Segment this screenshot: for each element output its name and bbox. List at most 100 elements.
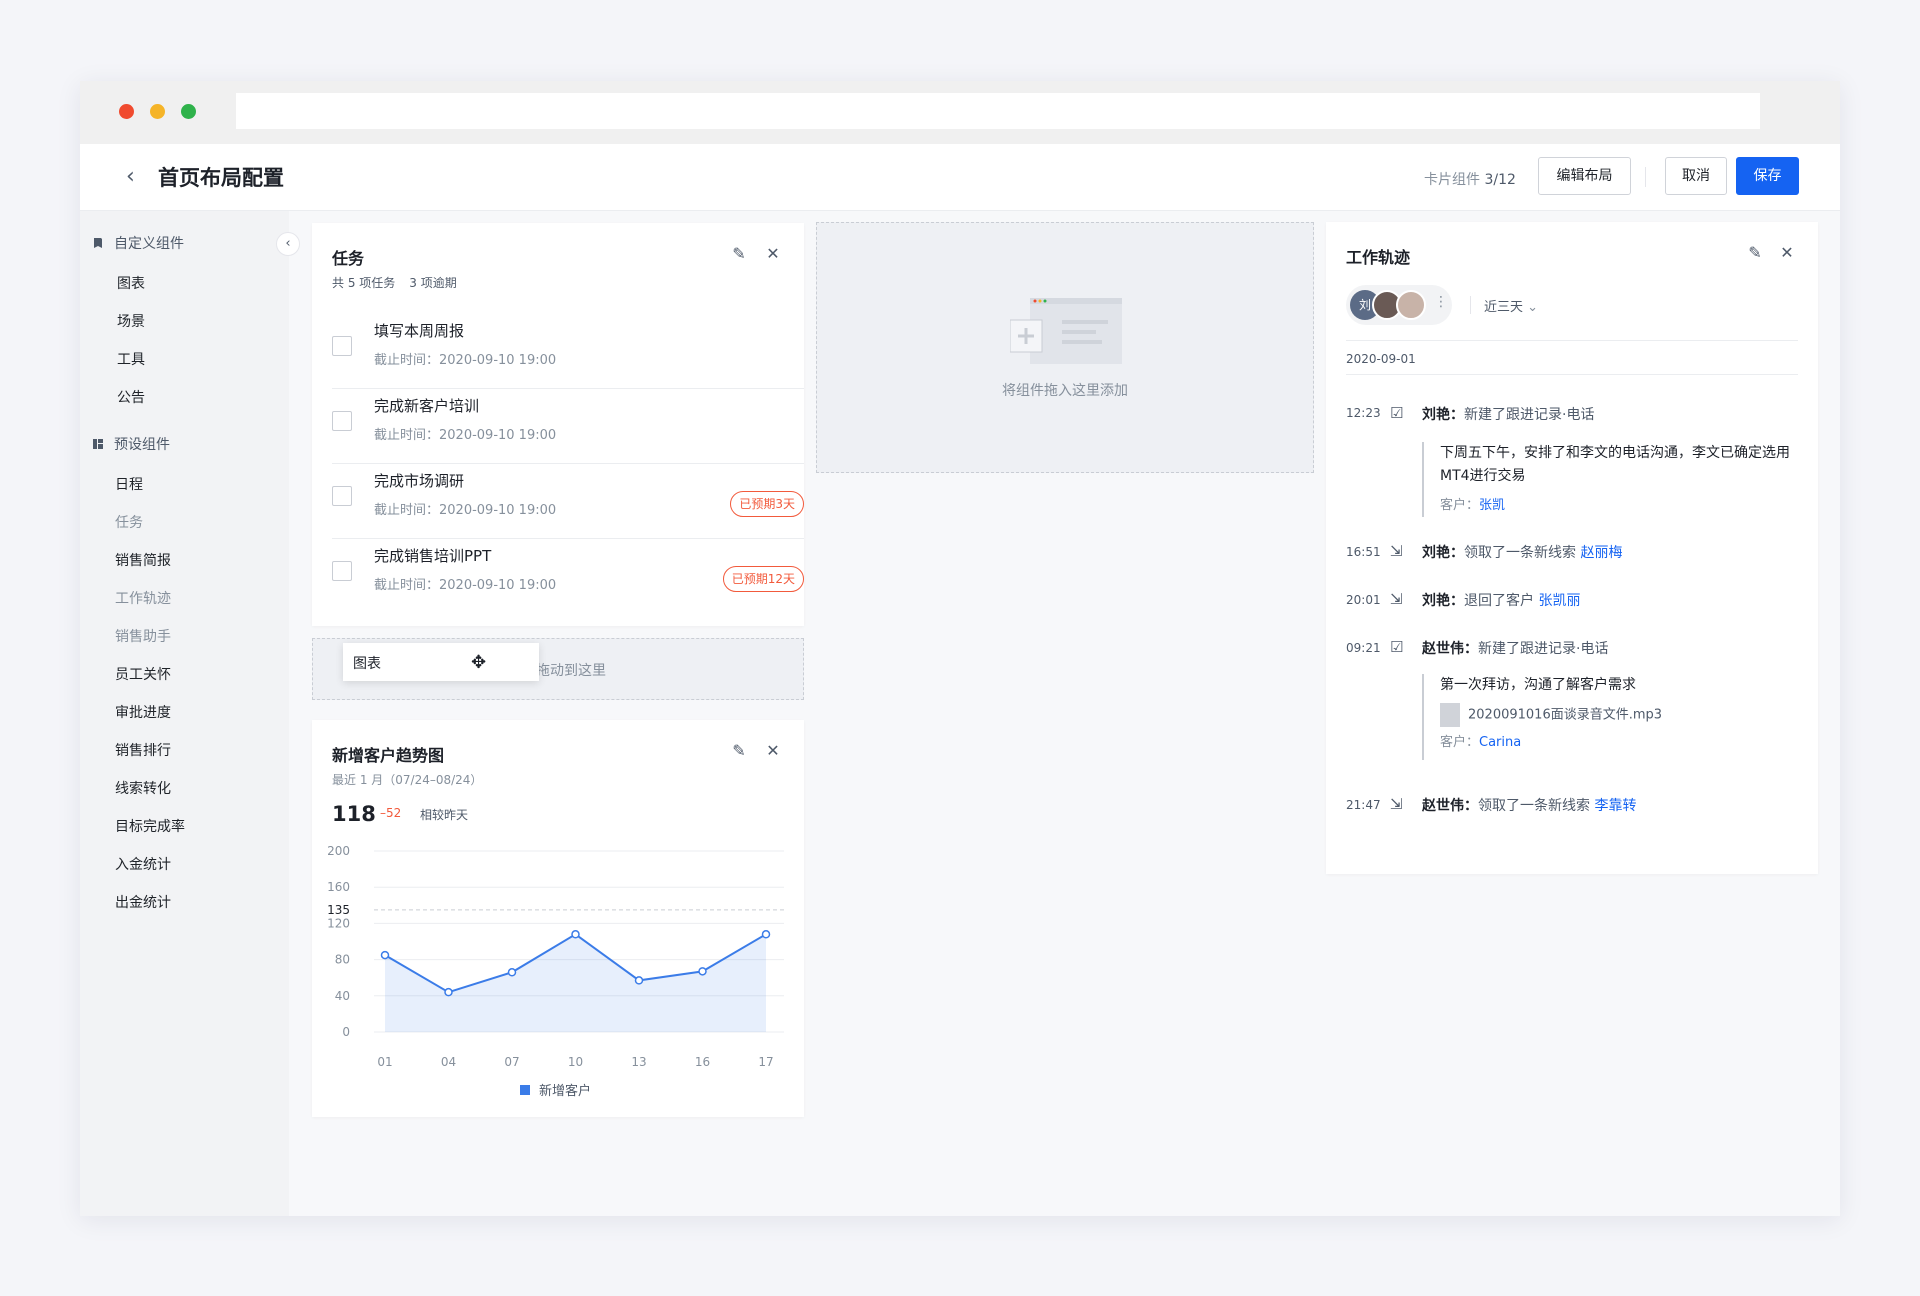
y-tick-label: 200 — [327, 844, 350, 858]
sidebar-item-withdraw-stats[interactable]: 出金统计 — [115, 892, 171, 912]
event-time: 20:01 — [1346, 593, 1381, 607]
task-card-title: 任务 — [332, 249, 365, 268]
work-track-card: 工作轨迹 ✎ ✕ 刘 ⋮ 近三天 ⌄ 2020-09-01 12:23 ☑ 刘艳… — [1326, 222, 1818, 874]
sidebar-item-goal-rate[interactable]: 目标完成率 — [115, 816, 185, 836]
lead-link[interactable]: 赵丽梅 — [1580, 545, 1622, 561]
more-vertical-icon[interactable]: ⋮ — [1434, 294, 1448, 310]
attachment[interactable]: 2020091016面谈录音文件.mp3 — [1440, 703, 1796, 727]
customer-link[interactable]: Carina — [1479, 735, 1521, 750]
event-time: 21:47 — [1346, 798, 1381, 812]
follow-up-note-icon: ☑ — [1390, 638, 1404, 656]
legend-label: 新增客户 — [539, 1083, 591, 1099]
event-time: 09:21 — [1346, 641, 1381, 655]
sidebar-item-sales-rank[interactable]: 销售排行 — [115, 740, 171, 760]
edit-pencil-icon[interactable]: ✎ — [730, 245, 748, 263]
sidebar-item-approval[interactable]: 审批进度 — [115, 702, 171, 722]
x-tick-label: 13 — [631, 1055, 646, 1069]
add-widget-icon — [1010, 298, 1122, 364]
chevron-down-icon: ⌄ — [1527, 300, 1539, 315]
lead-folder-icon: ⇲ — [1390, 795, 1403, 813]
edit-pencil-icon[interactable]: ✎ — [1746, 244, 1764, 262]
component-sidebar: ‹ 自定义组件 图表 场景 工具 公告 预设组件 日程 任务 销售简报 工作轨迹… — [80, 211, 300, 1216]
lead-folder-icon: ⇲ — [1390, 542, 1403, 560]
lead-link[interactable]: 李靠转 — [1594, 798, 1636, 814]
task-checkbox[interactable] — [332, 561, 352, 581]
task-checkbox[interactable] — [332, 411, 352, 431]
task-due: 截止时间：2020-09-10 19:00 — [374, 578, 557, 593]
task-row[interactable]: 完成销售培训PPT 截止时间：2020-09-10 19:00 已预期12天 — [332, 539, 804, 614]
layout-icon — [93, 439, 103, 449]
data-point — [571, 930, 580, 939]
follow-up-note-icon: ☑ — [1390, 404, 1404, 422]
x-tick-label: 16 — [695, 1055, 710, 1069]
collapse-sidebar-icon[interactable]: ‹ — [276, 232, 300, 256]
trend-chart-card: 新增客户趋势图 最近 1 月（07/24–08/24） ✎ ✕ 118 –52 … — [312, 720, 804, 1117]
customer-link[interactable]: 张凯 — [1479, 498, 1505, 513]
customer-link[interactable]: 张凯丽 — [1538, 593, 1580, 609]
y-tick-label: 0 — [342, 1025, 350, 1039]
close-icon[interactable]: ✕ — [1778, 244, 1796, 262]
y-tick-label: 160 — [327, 880, 350, 894]
sidebar-item-tools[interactable]: 工具 — [117, 349, 145, 369]
address-bar[interactable] — [236, 93, 1760, 129]
task-name: 完成市场调研 — [374, 472, 465, 490]
event-time: 12:23 — [1346, 406, 1381, 420]
note-customer: 客户：张凯 — [1440, 498, 1506, 513]
drop-hint: 拖动到这里 — [536, 663, 606, 679]
edit-layout-button[interactable]: 编辑布局 — [1538, 157, 1631, 195]
sidebar-item-deposit-stats[interactable]: 入金统计 — [115, 854, 171, 874]
note-text: 第一次拜访，沟通了解客户需求 — [1440, 677, 1636, 693]
close-window-button[interactable] — [119, 104, 134, 119]
cancel-button[interactable]: 取消 — [1665, 157, 1727, 195]
data-point — [761, 930, 771, 939]
sidebar-item-notice[interactable]: 公告 — [117, 387, 145, 407]
x-tick-label: 07 — [504, 1055, 519, 1069]
overdue-badge: 已预期3天 — [730, 491, 804, 517]
x-tick-label: 04 — [441, 1055, 456, 1069]
sidebar-item-work-track: 工作轨迹 — [115, 591, 171, 607]
member-selector[interactable]: 刘 ⋮ — [1346, 285, 1452, 325]
event-text: 刘艳：领取了一条新线索 赵丽梅 — [1422, 545, 1623, 561]
empty-slot[interactable]: 将组件拖入这里添加 — [816, 222, 1314, 473]
sidebar-item-sales-brief[interactable]: 销售简报 — [115, 550, 171, 570]
lead-folder-icon: ⇲ — [1390, 590, 1403, 608]
task-row[interactable]: 填写本周周报 截止时间：2020-09-10 19:00 — [332, 314, 804, 389]
move-icon[interactable]: ✥ — [471, 652, 486, 673]
x-tick-label: 10 — [568, 1055, 583, 1069]
task-checkbox[interactable] — [332, 336, 352, 356]
save-button[interactable]: 保存 — [1736, 157, 1799, 195]
back-chevron-icon[interactable]: ‹ — [126, 165, 146, 189]
series-area — [385, 934, 766, 1032]
data-point — [698, 967, 707, 976]
task-row[interactable]: 完成市场调研 截止时间：2020-09-10 19:00 已预期3天 — [332, 464, 804, 539]
sidebar-item-scene[interactable]: 场景 — [117, 311, 145, 331]
empty-slot-hint: 将组件拖入这里添加 — [1002, 383, 1128, 399]
task-row[interactable]: 完成新客户培训 截止时间：2020-09-10 19:00 — [332, 389, 804, 464]
sidebar-item-tasks: 任务 — [115, 515, 143, 531]
task-checkbox[interactable] — [332, 486, 352, 506]
event-text: 赵世伟：新建了跟进记录·电话 — [1422, 641, 1609, 657]
task-name: 完成新客户培训 — [374, 397, 480, 415]
task-due: 截止时间：2020-09-10 19:00 — [374, 428, 557, 443]
sidebar-item-schedule[interactable]: 日程 — [115, 474, 143, 494]
task-name: 完成销售培训PPT — [374, 547, 492, 565]
reference-line-label: 135 — [327, 903, 350, 917]
maximize-window-button[interactable] — [181, 104, 196, 119]
sidebar-item-employee-care[interactable]: 员工关怀 — [115, 664, 171, 684]
minimize-window-button[interactable] — [150, 104, 165, 119]
close-icon[interactable]: ✕ — [764, 245, 782, 263]
track-date: 2020-09-01 — [1346, 352, 1416, 366]
note-customer: 客户：Carina — [1440, 735, 1522, 750]
data-point — [634, 976, 644, 985]
bookmark-icon — [94, 238, 102, 248]
event-note: 第一次拜访，沟通了解客户需求 2020091016面谈录音文件.mp3 客户：C… — [1422, 674, 1796, 760]
data-point — [444, 987, 453, 997]
range-select[interactable]: 近三天 ⌄ — [1484, 296, 1538, 315]
avatar — [1396, 290, 1426, 320]
task-due: 截止时间：2020-09-10 19:00 — [374, 503, 557, 518]
y-tick-label: 40 — [335, 989, 350, 1003]
dragging-chart-card[interactable]: 图表 ✥ — [343, 643, 539, 681]
sidebar-item-chart[interactable]: 图表 — [117, 273, 145, 293]
sidebar-item-lead-conversion[interactable]: 线索转化 — [115, 778, 171, 798]
x-tick-label: 01 — [377, 1055, 392, 1069]
